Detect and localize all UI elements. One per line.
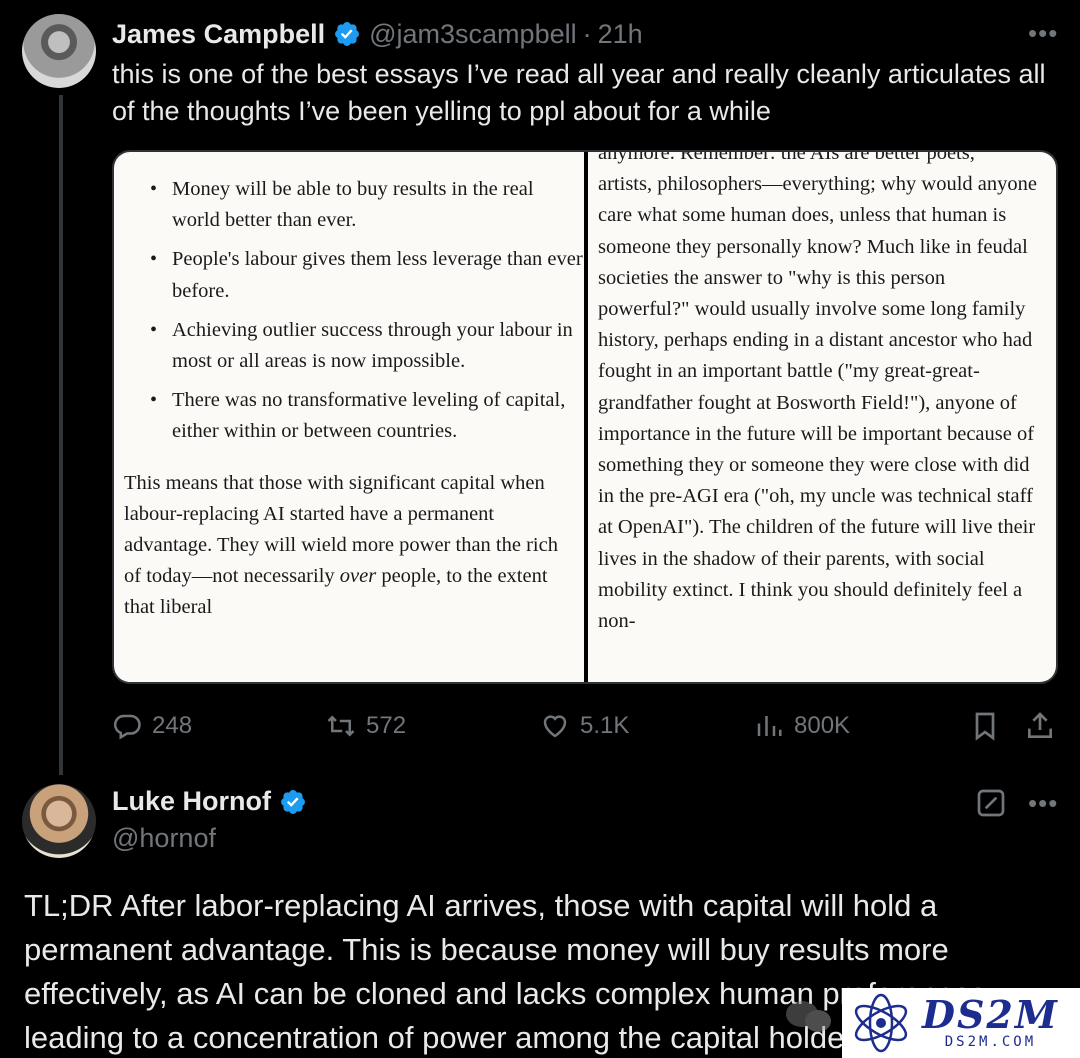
timestamp[interactable]: 21h: [598, 19, 643, 50]
thread-connector-line: [59, 95, 63, 775]
avatar[interactable]: [22, 14, 96, 88]
reply-count: 248: [152, 712, 193, 739]
author-handle[interactable]: @hornof: [112, 823, 216, 854]
repost-button[interactable]: 572: [326, 711, 406, 741]
verified-badge-icon: [281, 789, 305, 814]
repost-count: 572: [366, 712, 407, 739]
separator-dot: ·: [582, 18, 592, 49]
views-chart-icon: [757, 716, 782, 736]
verified-badge-icon: [335, 22, 360, 46]
author-handle[interactable]: @jam3scampbell: [369, 19, 576, 50]
essay-paragraph: artists, philosophers—everything; why wo…: [598, 173, 1037, 633]
tweet-header: Luke Hornof: [112, 786, 315, 817]
reply-icon: [113, 714, 141, 740]
list-item: Achieving outlier success through your l…: [146, 315, 584, 377]
repost-icon: [327, 715, 355, 737]
essay-page-left: Money will be able to buy results in the…: [114, 152, 584, 682]
watermark-subtext: DS2M.COM: [944, 1034, 1037, 1050]
author-name[interactable]: Luke Hornof: [112, 786, 271, 817]
more-options-icon[interactable]: •••: [1028, 788, 1058, 819]
views-count: 800K: [794, 712, 851, 739]
atom-logo-icon: [854, 993, 908, 1053]
author-name[interactable]: James Campbell: [112, 19, 325, 50]
grok-icon[interactable]: [975, 787, 1007, 819]
more-options-icon[interactable]: •••: [1028, 18, 1058, 49]
watermark-text: DS2M: [922, 992, 1059, 1037]
reply-button[interactable]: 248: [112, 711, 192, 741]
cut-off-line: anymore. Remember: the AIs are better po…: [598, 152, 975, 164]
action-bar: 248 572 5.1K 800K: [112, 702, 1058, 750]
like-button[interactable]: 5.1K: [540, 711, 629, 741]
views-button[interactable]: 800K: [754, 711, 850, 741]
bookmark-icon[interactable]: [969, 710, 1001, 742]
essay-page-right: anymore. Remember: the AIs are better po…: [588, 152, 1056, 682]
watermark-logo: DS2M DS2M.COM: [842, 988, 1080, 1058]
share-icon[interactable]: [1024, 710, 1056, 742]
tweet-header: James Campbell @jam3scampbell · 21h: [112, 16, 643, 52]
heart-icon: [543, 715, 567, 738]
like-count: 5.1K: [580, 712, 630, 739]
tweet-text: this is one of the best essays I’ve read…: [112, 59, 1046, 126]
list-item: There was no transformative leveling of …: [146, 385, 584, 447]
wechat-watermark-icon: [786, 1001, 831, 1032]
bullet-list: Money will be able to buy results in the…: [146, 174, 584, 448]
list-item: Money will be able to buy results in the…: [146, 174, 584, 236]
essay-paragraph: This means that those with significant c…: [124, 468, 584, 624]
tweet-image[interactable]: Money will be able to buy results in the…: [112, 150, 1058, 684]
avatar[interactable]: [22, 784, 96, 858]
list-item: People's labour gives them less leverage…: [146, 244, 584, 306]
paragraph-italic: over: [339, 565, 377, 588]
